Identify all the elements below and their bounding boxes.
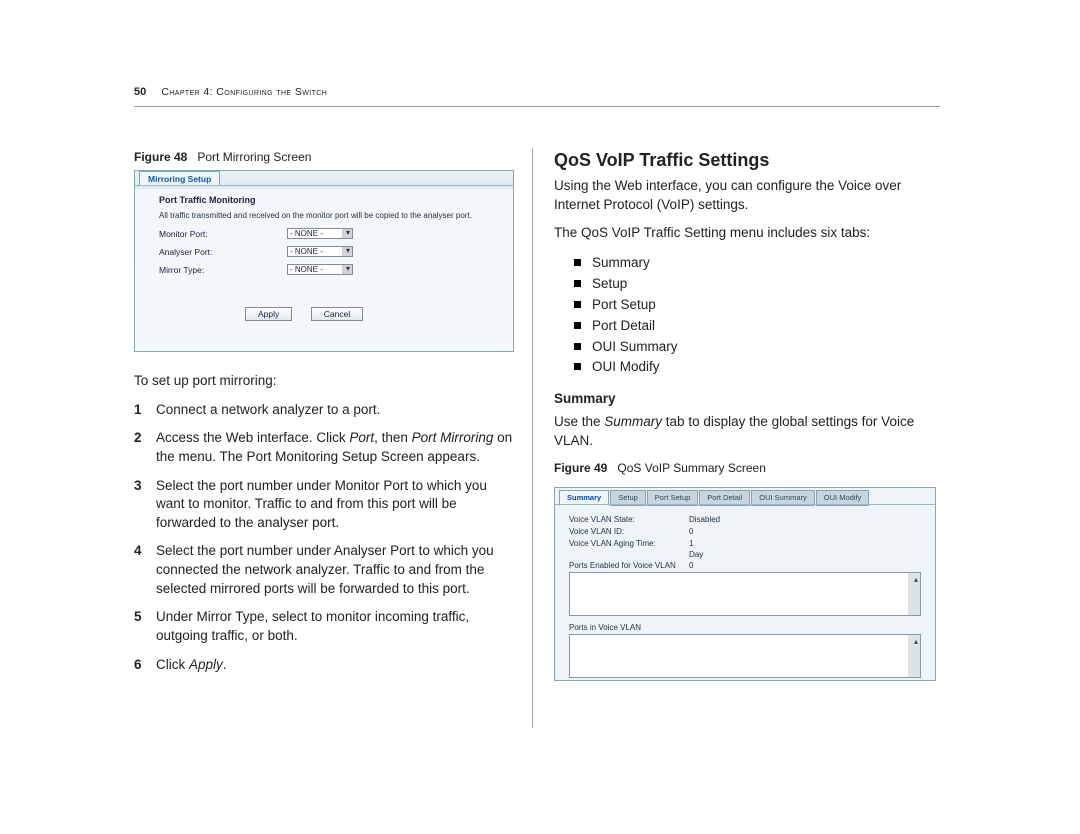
step-2: Access the Web interface. Click Port, th… — [134, 429, 514, 466]
fig48-heading: Port Traffic Monitoring — [159, 195, 256, 205]
right-body: Using the Web interface, you can configu… — [554, 177, 940, 681]
left-column: Figure 48 Port Mirroring Screen Mirrorin… — [134, 150, 514, 684]
step-5: Under Mirror Type, select to monitor inc… — [134, 608, 514, 645]
cancel-button[interactable]: Cancel — [311, 307, 363, 321]
fig48-analyser-port-row: Analyser Port: - NONE - — [159, 247, 212, 257]
tabs-item-oui-modify: OUI Modify — [574, 357, 940, 378]
vlan-id-value: 0 — [689, 526, 693, 537]
step-4: Select the port number under Analyser Po… — [134, 542, 514, 598]
summary-desc-b: Summary — [604, 414, 662, 429]
figure48-label: Figure 48 — [134, 150, 187, 164]
document-page: 50 Chapter 4: Configuring the Switch Fig… — [0, 0, 1080, 834]
tabs-item-port-setup: Port Setup — [574, 295, 940, 316]
fig48-buttons: Apply Cancel — [245, 307, 379, 321]
tabs-item-port-detail: Port Detail — [574, 316, 940, 337]
tabs-item-oui-summary: OUI Summary — [574, 337, 940, 358]
step-6-apply: Apply — [189, 657, 223, 672]
qos-tabs-list: Summary Setup Port Setup Port Detail OUI… — [574, 253, 940, 379]
figure49-screenshot: Summary Setup Port Setup Port Detail OUI… — [554, 487, 936, 681]
fig48-monitor-port-label: Monitor Port: — [159, 229, 208, 239]
summary-subhead: Summary — [554, 390, 940, 409]
summary-desc-a: Use the — [554, 414, 604, 429]
summary-description: Use the Summary tab to display the globa… — [554, 413, 940, 450]
ports-in-vlan-listbox[interactable] — [569, 634, 921, 678]
figure48-caption: Figure 48 Port Mirroring Screen — [134, 150, 514, 164]
fig48-tabline — [135, 185, 513, 186]
qos-voip-heading: QoS VoIP Traffic Settings — [554, 150, 940, 171]
step-2-port-mirroring: Port Mirroring — [412, 430, 494, 445]
step-2-c: , then — [374, 430, 412, 445]
ports-enabled-listbox[interactable] — [569, 572, 921, 616]
tabs-item-summary: Summary — [574, 253, 940, 274]
mirroring-intro: To set up port mirroring: — [134, 372, 514, 391]
fig48-mirror-type-label: Mirror Type: — [159, 265, 204, 275]
step-2-port: Port — [349, 430, 374, 445]
header-rule — [134, 106, 940, 107]
fig48-monitor-port-row: Monitor Port: - NONE - — [159, 229, 208, 239]
figure49-title: QoS VoIP Summary Screen — [617, 461, 766, 475]
step-6: Click Apply. — [134, 656, 514, 675]
vlan-aging-label: Voice VLAN Aging Time: — [569, 539, 656, 548]
step-6-a: Click — [156, 657, 189, 672]
step-1: Connect a network analyzer to a port. — [134, 401, 514, 420]
analyser-port-select[interactable]: - NONE - — [287, 246, 353, 257]
mirroring-steps: Connect a network analyzer to a port. Ac… — [134, 401, 514, 675]
apply-button[interactable]: Apply — [245, 307, 292, 321]
fig48-mirror-type-row: Mirror Type: - NONE - — [159, 265, 204, 275]
vlan-state-label: Voice VLAN State: — [569, 515, 635, 524]
vlan-id-label: Voice VLAN ID: — [569, 527, 624, 536]
fig48-analyser-port-label: Analyser Port: — [159, 247, 212, 257]
figure49-caption: Figure 49 QoS VoIP Summary Screen — [554, 460, 940, 477]
fig48-tab[interactable]: Mirroring Setup — [139, 171, 220, 186]
vlan-id-row: Voice VLAN ID: 0 — [569, 526, 624, 537]
right-column: QoS VoIP Traffic Settings Using the Web … — [554, 150, 940, 681]
ports-enabled-label: Ports Enabled for Voice VLAN — [569, 560, 676, 571]
vlan-state-row: Voice VLAN State: Disabled — [569, 514, 635, 525]
step-6-c: . — [223, 657, 227, 672]
vlan-aging-row: Voice VLAN Aging Time: 1 Day 0 Hour 0 Mi… — [569, 538, 656, 549]
qos-intro-2: The QoS VoIP Traffic Setting menu includ… — [554, 224, 940, 243]
fig48-description: All traffic transmitted and received on … — [159, 211, 472, 220]
monitor-port-select[interactable]: - NONE - — [287, 228, 353, 239]
vlan-state-value: Disabled — [689, 514, 720, 525]
mirror-type-select[interactable]: - NONE - — [287, 264, 353, 275]
figure49-label: Figure 49 — [554, 461, 607, 475]
fig49-tabline — [555, 504, 935, 505]
qos-intro-1: Using the Web interface, you can configu… — [554, 177, 940, 214]
left-body: To set up port mirroring: Connect a netw… — [134, 372, 514, 674]
page-header: 50 Chapter 4: Configuring the Switch — [134, 86, 327, 98]
column-divider — [532, 148, 533, 728]
page-number: 50 — [134, 86, 146, 98]
figure48-screenshot: Mirroring Setup Port Traffic Monitoring … — [134, 170, 514, 352]
chapter-title: Chapter 4: Configuring the Switch — [161, 86, 327, 98]
tabs-item-setup: Setup — [574, 274, 940, 295]
step-3: Select the port number under Monitor Por… — [134, 477, 514, 533]
figure48-title: Port Mirroring Screen — [197, 150, 311, 164]
ports-in-vlan-label: Ports in Voice VLAN — [569, 622, 641, 633]
step-2-a: Access the Web interface. Click — [156, 430, 349, 445]
